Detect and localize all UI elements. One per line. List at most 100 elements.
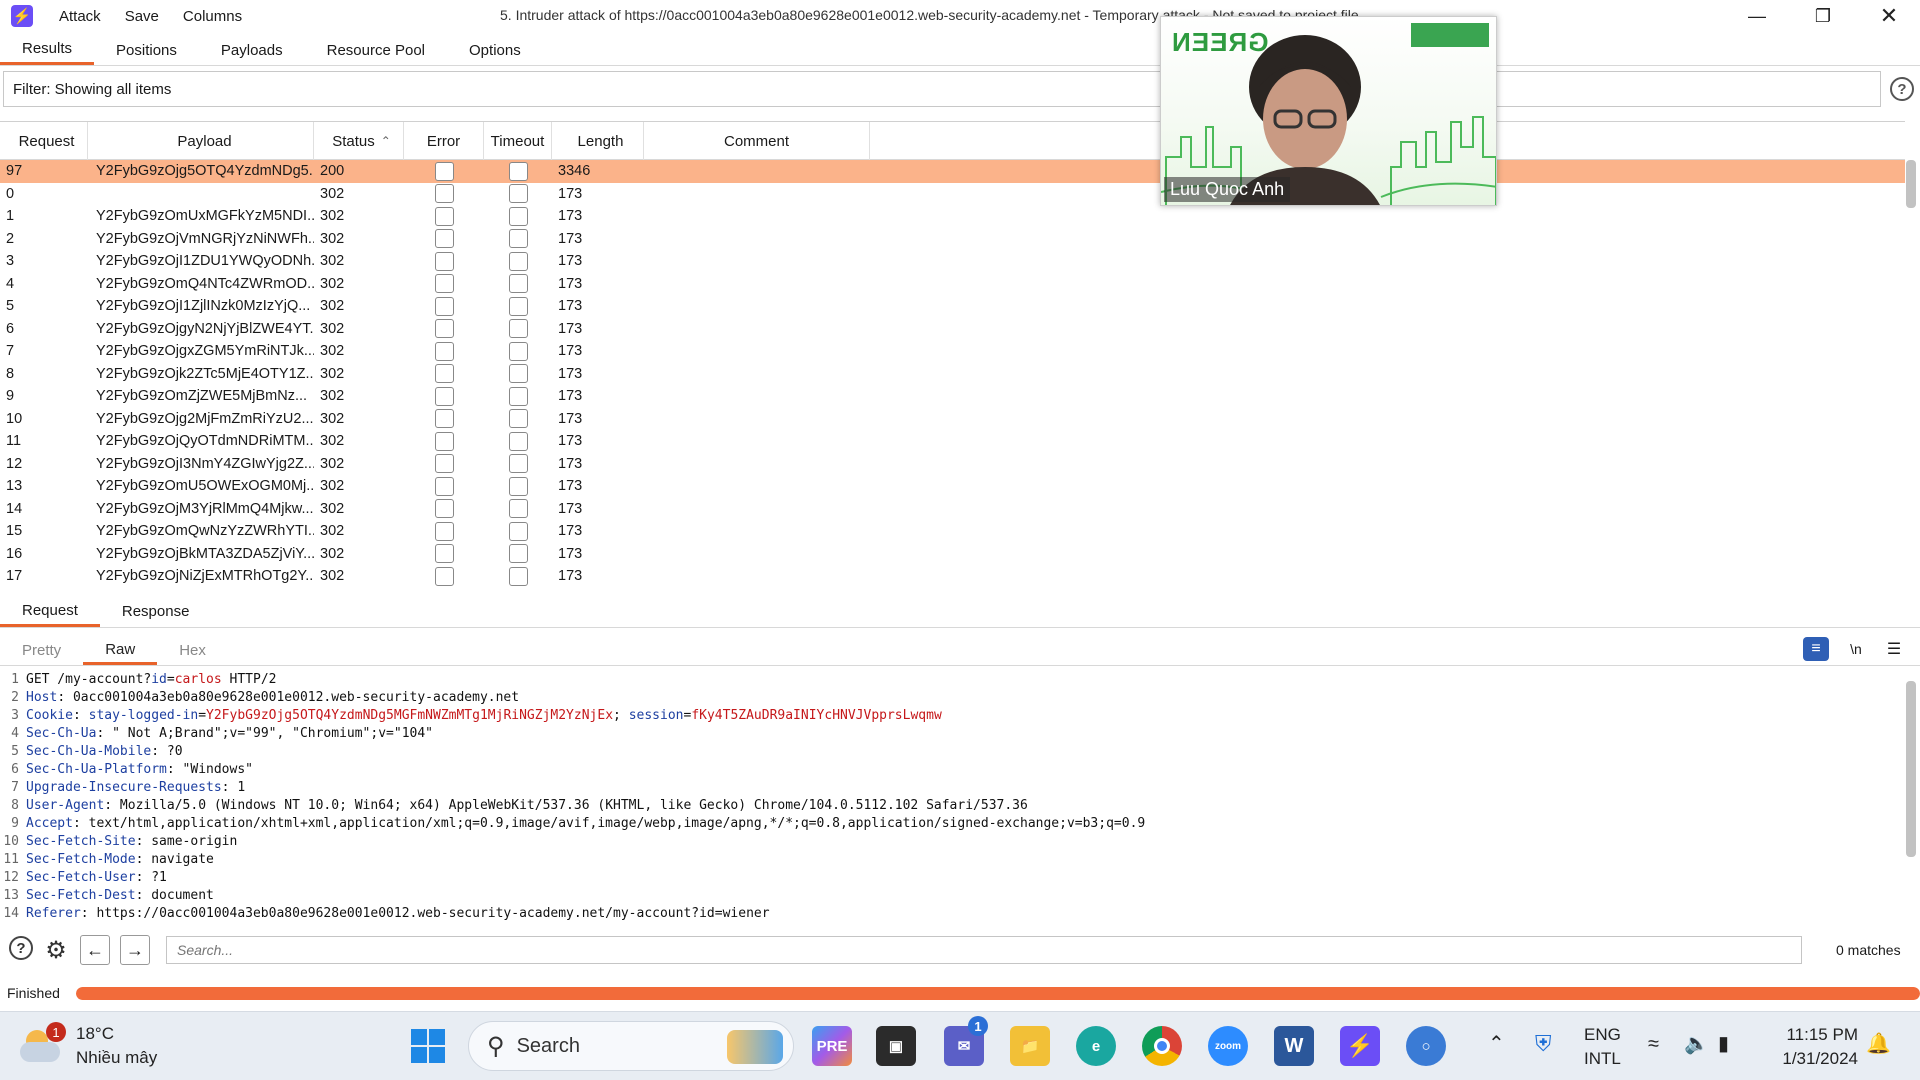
edge-browser-icon[interactable]: e — [1076, 1026, 1116, 1066]
table-row[interactable]: 9 Y2FybG9zOmZjZWE5MjBmNz... 302 173 — [0, 385, 1905, 408]
line-number: 6 — [11, 762, 19, 777]
code-line: 7 Upgrade-Insecure-Requests: 1 — [0, 779, 1905, 797]
copilot-preview-icon[interactable]: PRE — [812, 1026, 852, 1066]
tab-pretty[interactable]: Pretty — [0, 636, 83, 665]
tab-results[interactable]: Results — [0, 35, 95, 65]
battery-icon[interactable]: ▮ — [1718, 1032, 1729, 1056]
column-header-status[interactable]: Status ⌃ — [314, 122, 404, 160]
error-checkbox — [434, 476, 454, 496]
menu-icon[interactable]: ☰ — [1881, 637, 1907, 661]
cell-length: 173 — [558, 523, 583, 540]
table-row[interactable]: 3 Y2FybG9zOjI1ZDU1YWQyODNh... 302 173 — [0, 250, 1905, 273]
request-editor[interactable]: 1 GET /my-account?id=carlos HTTP/2 2 Host: … — [0, 671, 1905, 925]
search-input[interactable] — [166, 936, 1802, 964]
tab-response[interactable]: Response — [100, 596, 212, 627]
table-row[interactable]: 11 Y2FybG9zOjQyOTdmNDRiMTM... 302 173 — [0, 430, 1905, 453]
close-icon[interactable]: ✕ — [1856, 0, 1920, 32]
cell-timeout — [484, 565, 552, 587]
cell-status: 200 — [320, 163, 345, 180]
line-number: 4 — [11, 726, 19, 741]
editor-scrollbar[interactable] — [1906, 681, 1916, 857]
menu-columns[interactable]: Columns — [183, 8, 242, 25]
security-shield-icon[interactable]: ⛨ — [1535, 1032, 1552, 1056]
table-row[interactable]: 2 Y2FybG9zOjVmNGRjYzNiNWFh... 302 173 — [0, 228, 1905, 251]
cell-error — [404, 430, 484, 453]
weather-widget[interactable]: 1 18°C Nhiều mây — [20, 1022, 157, 1070]
cell-payload: Y2FybG9zOjBkMTA3ZDA5ZjViY... — [96, 545, 314, 562]
tab-raw[interactable]: Raw — [83, 636, 158, 665]
menu-save[interactable]: Save — [125, 8, 159, 25]
gear-icon[interactable]: ⚙ — [42, 936, 70, 964]
newline-icon[interactable]: \n — [1843, 637, 1869, 661]
cell-payload: Y2FybG9zOjk2ZTc5MjE4OTY1Z... — [96, 365, 314, 382]
timeout-checkbox — [508, 499, 528, 519]
code-text: Sec-Ch-Ua: " Not A;Brand";v="99", "Chrom… — [26, 725, 433, 743]
windows-taskbar: 1 18°C Nhiều mây ⚲ Search PRE ▣ ✉ 1 📁 e … — [0, 1011, 1920, 1080]
clock[interactable]: 11:15 PM 1/31/2024 — [1768, 1023, 1858, 1071]
table-scrollbar[interactable] — [1906, 160, 1916, 208]
tab-payloads[interactable]: Payloads — [199, 35, 305, 65]
table-row[interactable]: 0 302 173 — [0, 183, 1905, 206]
restore-icon[interactable]: ❐ — [1790, 0, 1856, 32]
minimize-icon[interactable]: — — [1724, 0, 1790, 32]
cell-status: 302 — [320, 185, 345, 202]
table-row[interactable]: 15 Y2FybG9zOmQwNzYzZWRhYTI... 302 173 — [0, 520, 1905, 543]
task-view-icon[interactable]: ▣ — [876, 1026, 916, 1066]
tab-request[interactable]: Request — [0, 596, 100, 627]
tab-resource-pool[interactable]: Resource Pool — [305, 35, 447, 65]
zoom-icon[interactable]: zoom — [1208, 1026, 1248, 1066]
table-row[interactable]: 10 Y2FybG9zOjg2MjFmZmRiYzU2... 302 173 — [0, 408, 1905, 431]
help-icon[interactable]: ? — [9, 936, 33, 960]
table-row[interactable]: 4 Y2FybG9zOmQ4NTc4ZWRmOD... 302 173 — [0, 273, 1905, 296]
tab-positions[interactable]: Positions — [94, 35, 199, 65]
column-header-comment[interactable]: Comment — [644, 122, 870, 160]
table-row[interactable]: 12 Y2FybG9zOjI3NmY4ZGIwYjg2Z... 302 173 — [0, 453, 1905, 476]
language-indicator[interactable]: ENG INTL — [1584, 1023, 1621, 1071]
chrome-profile-icon[interactable]: ○ — [1406, 1026, 1446, 1066]
burp-app-icon[interactable]: ⚡ — [11, 5, 33, 27]
code-segment: : "Windows" — [166, 762, 253, 777]
file-explorer-icon[interactable]: 📁 — [1010, 1026, 1050, 1066]
help-icon[interactable]: ? — [1890, 77, 1914, 101]
cell-status: 302 — [320, 455, 345, 472]
word-icon[interactable]: W — [1274, 1026, 1314, 1066]
back-arrow-button[interactable]: ← — [80, 935, 110, 965]
menu-attack[interactable]: Attack — [59, 8, 101, 25]
cell-payload: Y2FybG9zOjgyN2NjYjBlZWE4YT... — [96, 320, 314, 337]
table-row[interactable]: 97 Y2FybG9zOjg5OTQ4YzdmNDg5... 200 3346 — [0, 160, 1905, 183]
table-header: Request Payload Status ⌃ Error Timeout L… — [0, 122, 1905, 160]
table-row[interactable]: 13 Y2FybG9zOmU5OWExOGM0Mj... 302 173 — [0, 475, 1905, 498]
column-header-payload[interactable]: Payload — [88, 122, 314, 160]
table-row[interactable]: 7 Y2FybG9zOjgxZGM5YmRiNTJk... 302 173 — [0, 340, 1905, 363]
column-header-request[interactable]: Request — [0, 122, 88, 160]
column-header-timeout[interactable]: Timeout — [484, 122, 552, 160]
code-line: 9 Accept: text/html,application/xhtml+xml… — [0, 815, 1905, 833]
table-row[interactable]: 16 Y2FybG9zOjBkMTA3ZDA5ZjViY... 302 173 — [0, 543, 1905, 566]
tab-options[interactable]: Options — [447, 35, 543, 65]
taskbar-search[interactable]: ⚲ Search — [468, 1021, 794, 1071]
cell-length: 173 — [558, 455, 583, 472]
video-overlay[interactable]: GREEN Luu Quoc Anh — [1160, 16, 1497, 206]
table-row[interactable]: 1 Y2FybG9zOmUxMGFkYzM5NDI... 302 173 — [0, 205, 1905, 228]
column-header-error[interactable]: Error — [404, 122, 484, 160]
tab-hex[interactable]: Hex — [157, 636, 228, 665]
table-row[interactable]: 8 Y2FybG9zOjk2ZTc5MjE4OTY1Z... 302 173 — [0, 363, 1905, 386]
chevron-up-icon[interactable]: ⌃ — [1488, 1032, 1505, 1056]
forward-arrow-button[interactable]: → — [120, 935, 150, 965]
filter-bar[interactable]: Filter: Showing all items — [3, 71, 1881, 107]
table-row[interactable]: 5 Y2FybG9zOjI1ZjlINzk0MzIzYjQ... 302 173 — [0, 295, 1905, 318]
teams-chat-icon[interactable]: ✉ 1 — [944, 1016, 988, 1066]
column-header-length[interactable]: Length — [552, 122, 644, 160]
volume-icon[interactable]: 🔈 — [1684, 1032, 1709, 1056]
table-row[interactable]: 14 Y2FybG9zOjM3YjRlMmQ4Mjkw... 302 173 — [0, 498, 1905, 521]
table-row[interactable]: 17 Y2FybG9zOjNiZjExMTRhOTg2Y... 302 173 — [0, 565, 1905, 587]
table-row[interactable]: 6 Y2FybG9zOjgyN2NjYjBlZWE4YT... 302 173 — [0, 318, 1905, 341]
wrap-lines-icon[interactable]: ≡ — [1803, 637, 1829, 661]
chrome-icon[interactable] — [1142, 1026, 1182, 1066]
code-segment: GET /my-account? — [26, 672, 152, 687]
wifi-icon[interactable]: ≈ — [1648, 1032, 1659, 1056]
cell-status: 302 — [320, 388, 345, 405]
windows-start-icon[interactable] — [408, 1026, 448, 1066]
burp-taskbar-icon[interactable]: ⚡ — [1340, 1026, 1380, 1066]
notification-bell-icon[interactable]: 🔔 — [1866, 1032, 1891, 1056]
